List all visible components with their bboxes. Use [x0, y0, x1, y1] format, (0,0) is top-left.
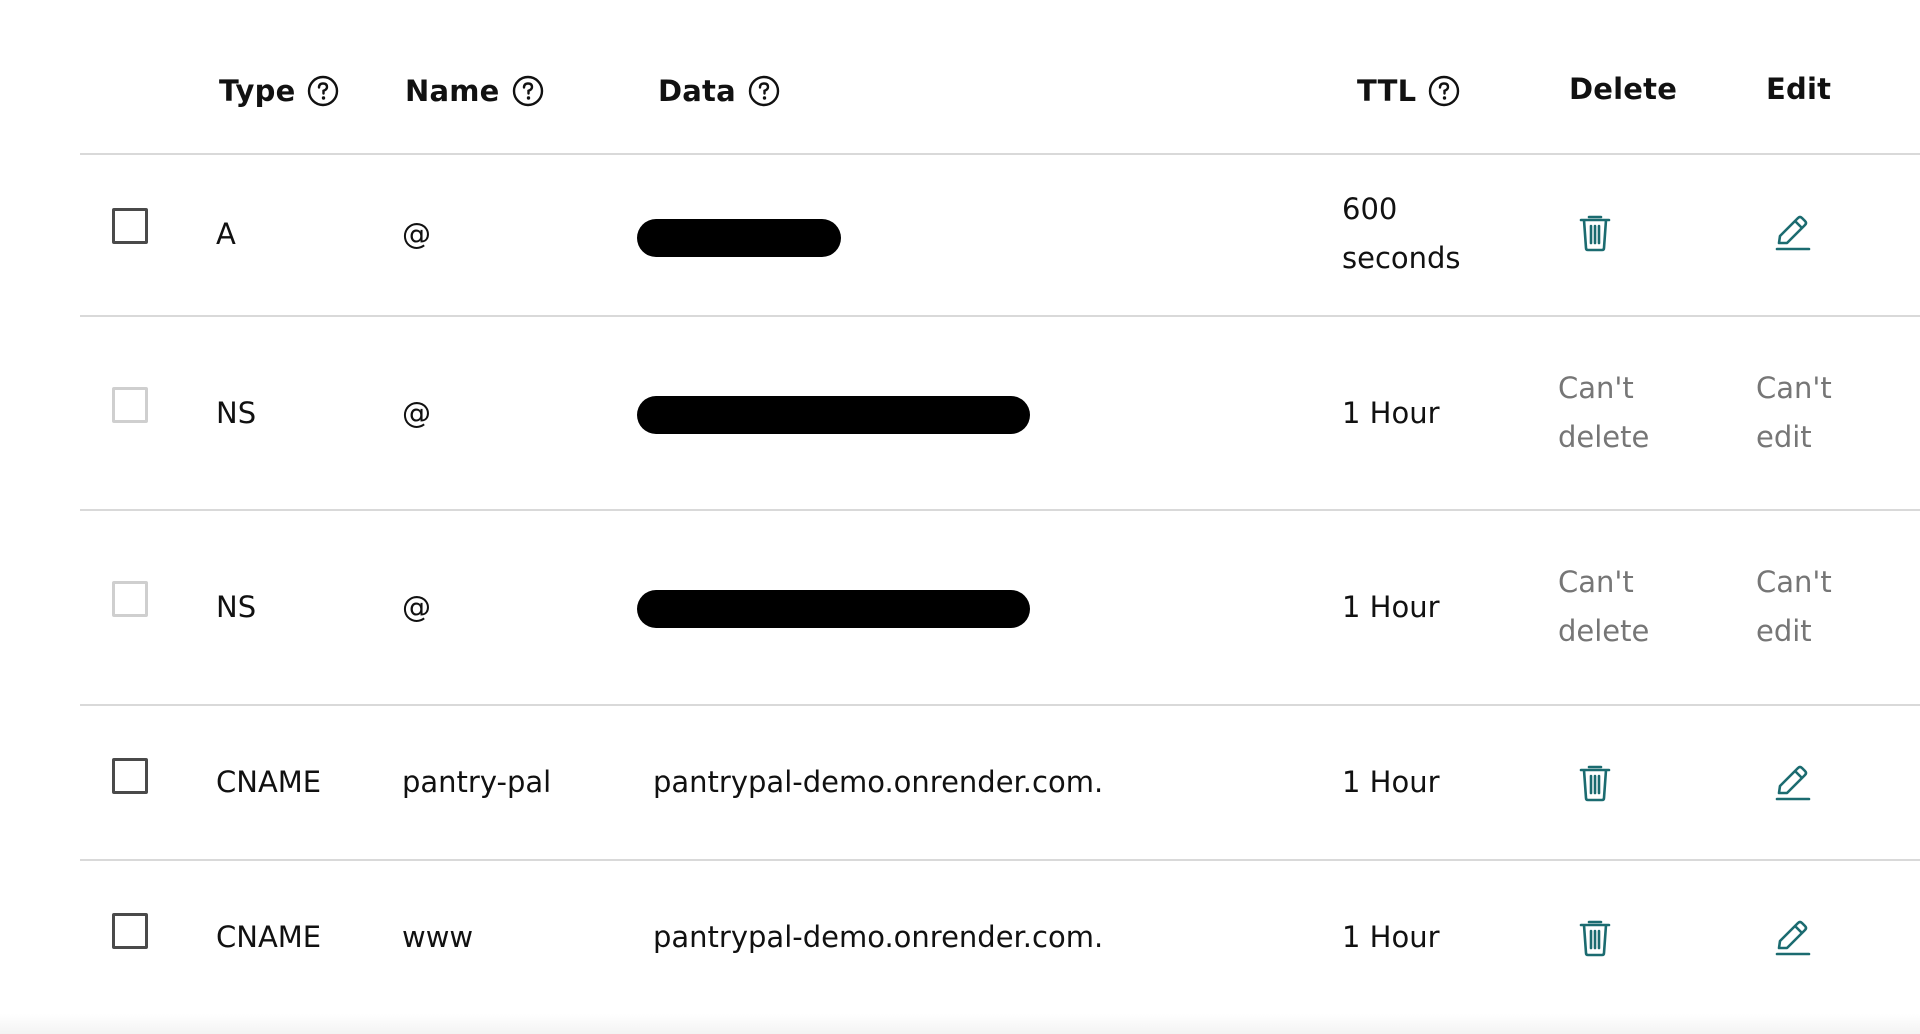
column-header-data: Data	[658, 75, 780, 107]
cant-delete-line1: Can't	[1558, 371, 1634, 405]
ttl-help-icon[interactable]	[1428, 75, 1460, 107]
record-type: A	[216, 217, 236, 251]
column-header-delete-label: Delete	[1569, 72, 1678, 106]
row-select-checkbox[interactable]	[112, 758, 148, 794]
trash-icon	[1579, 920, 1611, 957]
cant-delete-line1: Can't	[1558, 565, 1634, 599]
edit-record-button[interactable]	[1770, 915, 1814, 959]
pencil-icon	[1775, 920, 1811, 956]
trash-icon	[1579, 765, 1611, 802]
record-data-redacted	[637, 219, 841, 257]
column-header-data-label: Data	[658, 73, 736, 108]
column-header-ttl: TTL	[1357, 75, 1460, 107]
record-type: CNAME	[216, 920, 322, 954]
table-row: NS @ 1 Hour Can't delete Can't edit	[80, 317, 1920, 511]
table-row: A @ 600 seconds	[80, 155, 1920, 317]
cant-edit-text: Can't edit	[1756, 558, 1832, 656]
column-header-edit: Edit	[1766, 75, 1831, 104]
type-help-icon[interactable]	[307, 75, 339, 107]
cant-edit-line2: edit	[1756, 614, 1812, 648]
name-help-icon[interactable]	[512, 75, 544, 107]
record-data-redacted	[637, 590, 1030, 628]
cant-edit-line2: edit	[1756, 420, 1812, 454]
record-ttl-line1: 600	[1342, 192, 1398, 226]
record-ttl: 1 Hour	[1342, 396, 1440, 430]
trash-icon	[1579, 215, 1611, 252]
cant-delete-text: Can't delete	[1558, 364, 1649, 462]
record-data-redacted	[637, 396, 1030, 434]
table-row: NS @ 1 Hour Can't delete Can't edit	[80, 511, 1920, 706]
row-select-checkbox[interactable]	[112, 208, 148, 244]
table-row: CNAME www pantrypal-demo.onrender.com. 1…	[80, 861, 1920, 1016]
pencil-icon	[1775, 215, 1811, 251]
column-header-type: Type	[219, 75, 339, 107]
row-select-checkbox[interactable]	[112, 913, 148, 949]
cant-edit-line1: Can't	[1756, 565, 1832, 599]
column-header-delete: Delete	[1569, 75, 1677, 104]
record-ttl-line2: seconds	[1342, 241, 1461, 275]
record-ttl: 1 Hour	[1342, 920, 1440, 954]
edit-record-button[interactable]	[1770, 760, 1814, 804]
row-select-checkbox	[112, 581, 148, 617]
record-type: CNAME	[216, 765, 322, 799]
pencil-icon	[1775, 765, 1811, 801]
delete-record-button[interactable]	[1573, 210, 1617, 254]
record-type: NS	[216, 396, 257, 430]
column-header-type-label: Type	[219, 73, 296, 108]
column-header-ttl-label: TTL	[1357, 73, 1417, 108]
record-name: @	[402, 396, 431, 430]
cant-edit-text: Can't edit	[1756, 364, 1832, 462]
dns-records-page: Type Name Data TTL Delete Edit A @ 600 s…	[0, 0, 1920, 1034]
delete-record-button[interactable]	[1573, 915, 1617, 959]
cant-delete-line2: delete	[1558, 614, 1650, 648]
cant-delete-line2: delete	[1558, 420, 1650, 454]
data-help-icon[interactable]	[748, 75, 780, 107]
record-name: @	[402, 590, 431, 624]
cant-delete-text: Can't delete	[1558, 558, 1649, 656]
column-header-name-label: Name	[405, 73, 500, 108]
dns-records-table: Type Name Data TTL Delete Edit A @ 600 s…	[80, 0, 1920, 1016]
record-data: pantrypal-demo.onrender.com.	[653, 920, 1104, 954]
cant-edit-line1: Can't	[1756, 371, 1832, 405]
column-header-name: Name	[405, 75, 544, 107]
record-name: www	[402, 920, 474, 954]
table-row: CNAME pantry-pal pantrypal-demo.onrender…	[80, 706, 1920, 861]
record-ttl: 1 Hour	[1342, 765, 1440, 799]
edit-record-button[interactable]	[1770, 210, 1814, 254]
bottom-scroll-shade	[0, 1014, 1920, 1034]
table-header: Type Name Data TTL Delete Edit	[80, 0, 1920, 155]
record-type: NS	[216, 590, 257, 624]
record-name: @	[402, 217, 431, 251]
column-header-edit-label: Edit	[1766, 72, 1832, 106]
delete-record-button[interactable]	[1573, 760, 1617, 804]
record-data: pantrypal-demo.onrender.com.	[653, 765, 1104, 799]
record-name: pantry-pal	[402, 765, 552, 799]
record-ttl: 1 Hour	[1342, 590, 1440, 624]
record-ttl: 600 seconds	[1342, 185, 1461, 283]
row-select-checkbox	[112, 387, 148, 423]
